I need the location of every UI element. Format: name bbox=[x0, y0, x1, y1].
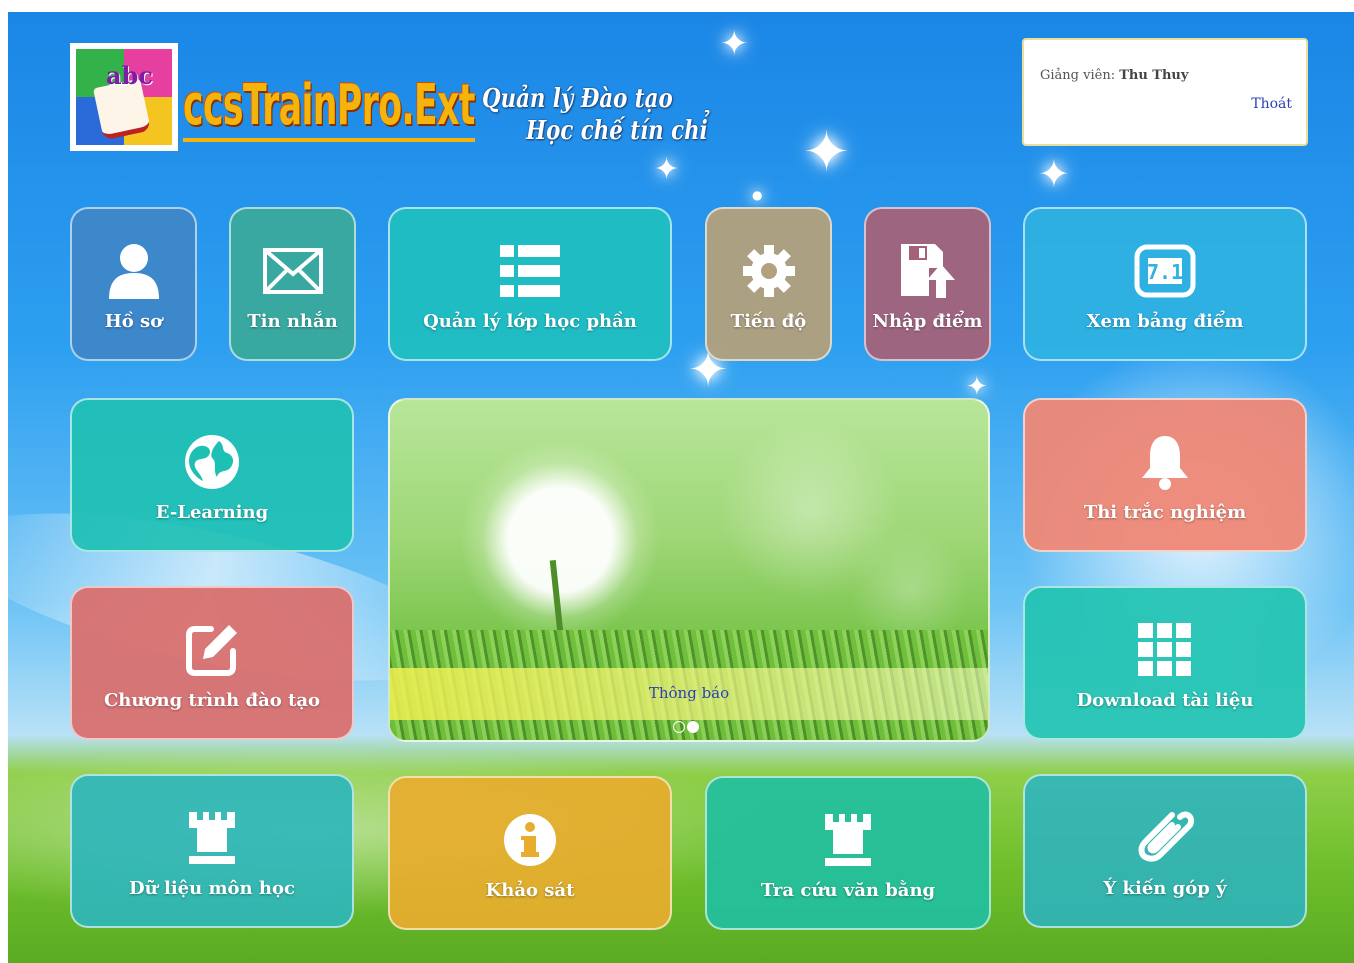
tagline-line-1: Quản lý Đào tạo bbox=[482, 84, 673, 114]
slide-caption[interactable]: Thông báo bbox=[390, 684, 988, 702]
background-scene: ✦ ✦ ✦ ✦ ✦ ✦ ● abc ccsTrainPro.Ext Quản l… bbox=[8, 12, 1354, 963]
list-icon bbox=[500, 237, 560, 305]
user-info-card: Giảng viên: Thu Thuy Thoát bbox=[1022, 38, 1308, 146]
bell-icon bbox=[1138, 428, 1192, 496]
tile-class-management[interactable]: Quản lý lớp học phần bbox=[388, 207, 672, 361]
tile-enter-grades[interactable]: Nhập điểm bbox=[864, 207, 991, 361]
user-icon bbox=[105, 237, 163, 305]
tile-course-data[interactable]: Dữ liệu môn học bbox=[70, 774, 354, 928]
logout-link[interactable]: Thoát bbox=[1251, 96, 1292, 112]
sparkle-icon: ● bbox=[752, 188, 763, 202]
tile-label: E-Learning bbox=[155, 501, 269, 523]
slider-dot-active[interactable] bbox=[687, 721, 699, 733]
brand-name: ccsTrainPro.Ext bbox=[183, 74, 476, 142]
tile-label: Chương trình đào tạo bbox=[103, 689, 321, 711]
user-line: Giảng viên: Thu Thuy bbox=[1040, 68, 1188, 83]
tile-label: Hồ sơ bbox=[104, 310, 163, 332]
paperclip-icon bbox=[1134, 804, 1196, 872]
envelope-icon bbox=[262, 237, 323, 305]
app-logo: abc bbox=[70, 43, 178, 151]
news-slider[interactable]: Thông báo bbox=[388, 398, 990, 742]
tile-label: Ý kiến góp ý bbox=[1103, 877, 1227, 899]
tile-survey[interactable]: Khảo sát bbox=[388, 776, 672, 930]
tile-label: Nhập điểm bbox=[872, 310, 983, 332]
gear-icon bbox=[741, 237, 797, 305]
svg-text:7.1: 7.1 bbox=[1147, 260, 1183, 284]
tile-messages[interactable]: Tin nhắn bbox=[229, 207, 356, 361]
user-name: Thu Thuy bbox=[1119, 68, 1189, 83]
tile-curriculum[interactable]: Chương trình đào tạo bbox=[70, 586, 354, 740]
tile-view-grades[interactable]: 7.1 Xem bảng điểm bbox=[1023, 207, 1307, 361]
sparkle-icon: ✦ bbox=[654, 152, 680, 187]
tile-progress[interactable]: Tiến độ bbox=[705, 207, 832, 361]
tile-quiz[interactable]: Thi trắc nghiệm bbox=[1023, 398, 1307, 552]
sparkle-icon: ✦ bbox=[1038, 152, 1070, 196]
tile-feedback[interactable]: Ý kiến góp ý bbox=[1023, 774, 1307, 928]
tile-label: Xem bảng điểm bbox=[1086, 310, 1244, 332]
tile-label: Dữ liệu môn học bbox=[129, 877, 295, 899]
tower-icon bbox=[823, 806, 873, 874]
slider-dot[interactable] bbox=[673, 721, 685, 733]
tile-elearning[interactable]: E-Learning bbox=[70, 398, 354, 552]
tile-label: Tiến độ bbox=[730, 310, 807, 332]
tile-label: Thi trắc nghiệm bbox=[1083, 501, 1247, 523]
tile-diploma-lookup[interactable]: Tra cứu văn bằng bbox=[705, 776, 991, 930]
tagline-line-2: Học chế tín chỉ bbox=[526, 116, 708, 146]
tile-label: Quản lý lớp học phần bbox=[423, 310, 637, 332]
tile-label: Tra cứu văn bằng bbox=[760, 879, 936, 901]
tile-download[interactable]: Download tài liệu bbox=[1023, 586, 1307, 740]
sparkle-icon: ✦ bbox=[803, 120, 850, 185]
grade-sheet-icon: 7.1 bbox=[1134, 237, 1196, 305]
save-upload-icon bbox=[899, 237, 957, 305]
info-icon bbox=[502, 806, 558, 874]
tile-profile[interactable]: Hồ sơ bbox=[70, 207, 197, 361]
slider-pagination bbox=[672, 718, 700, 737]
grid-icon bbox=[1138, 616, 1192, 684]
user-role-label: Giảng viên: bbox=[1040, 68, 1120, 83]
tile-label: Khảo sát bbox=[485, 879, 575, 901]
globe-icon bbox=[183, 428, 241, 496]
tile-label: Tin nhắn bbox=[247, 310, 338, 332]
sparkle-icon: ✦ bbox=[720, 24, 749, 64]
edit-icon bbox=[183, 616, 241, 684]
tower-icon bbox=[187, 804, 237, 872]
tile-label: Download tài liệu bbox=[1076, 689, 1254, 711]
